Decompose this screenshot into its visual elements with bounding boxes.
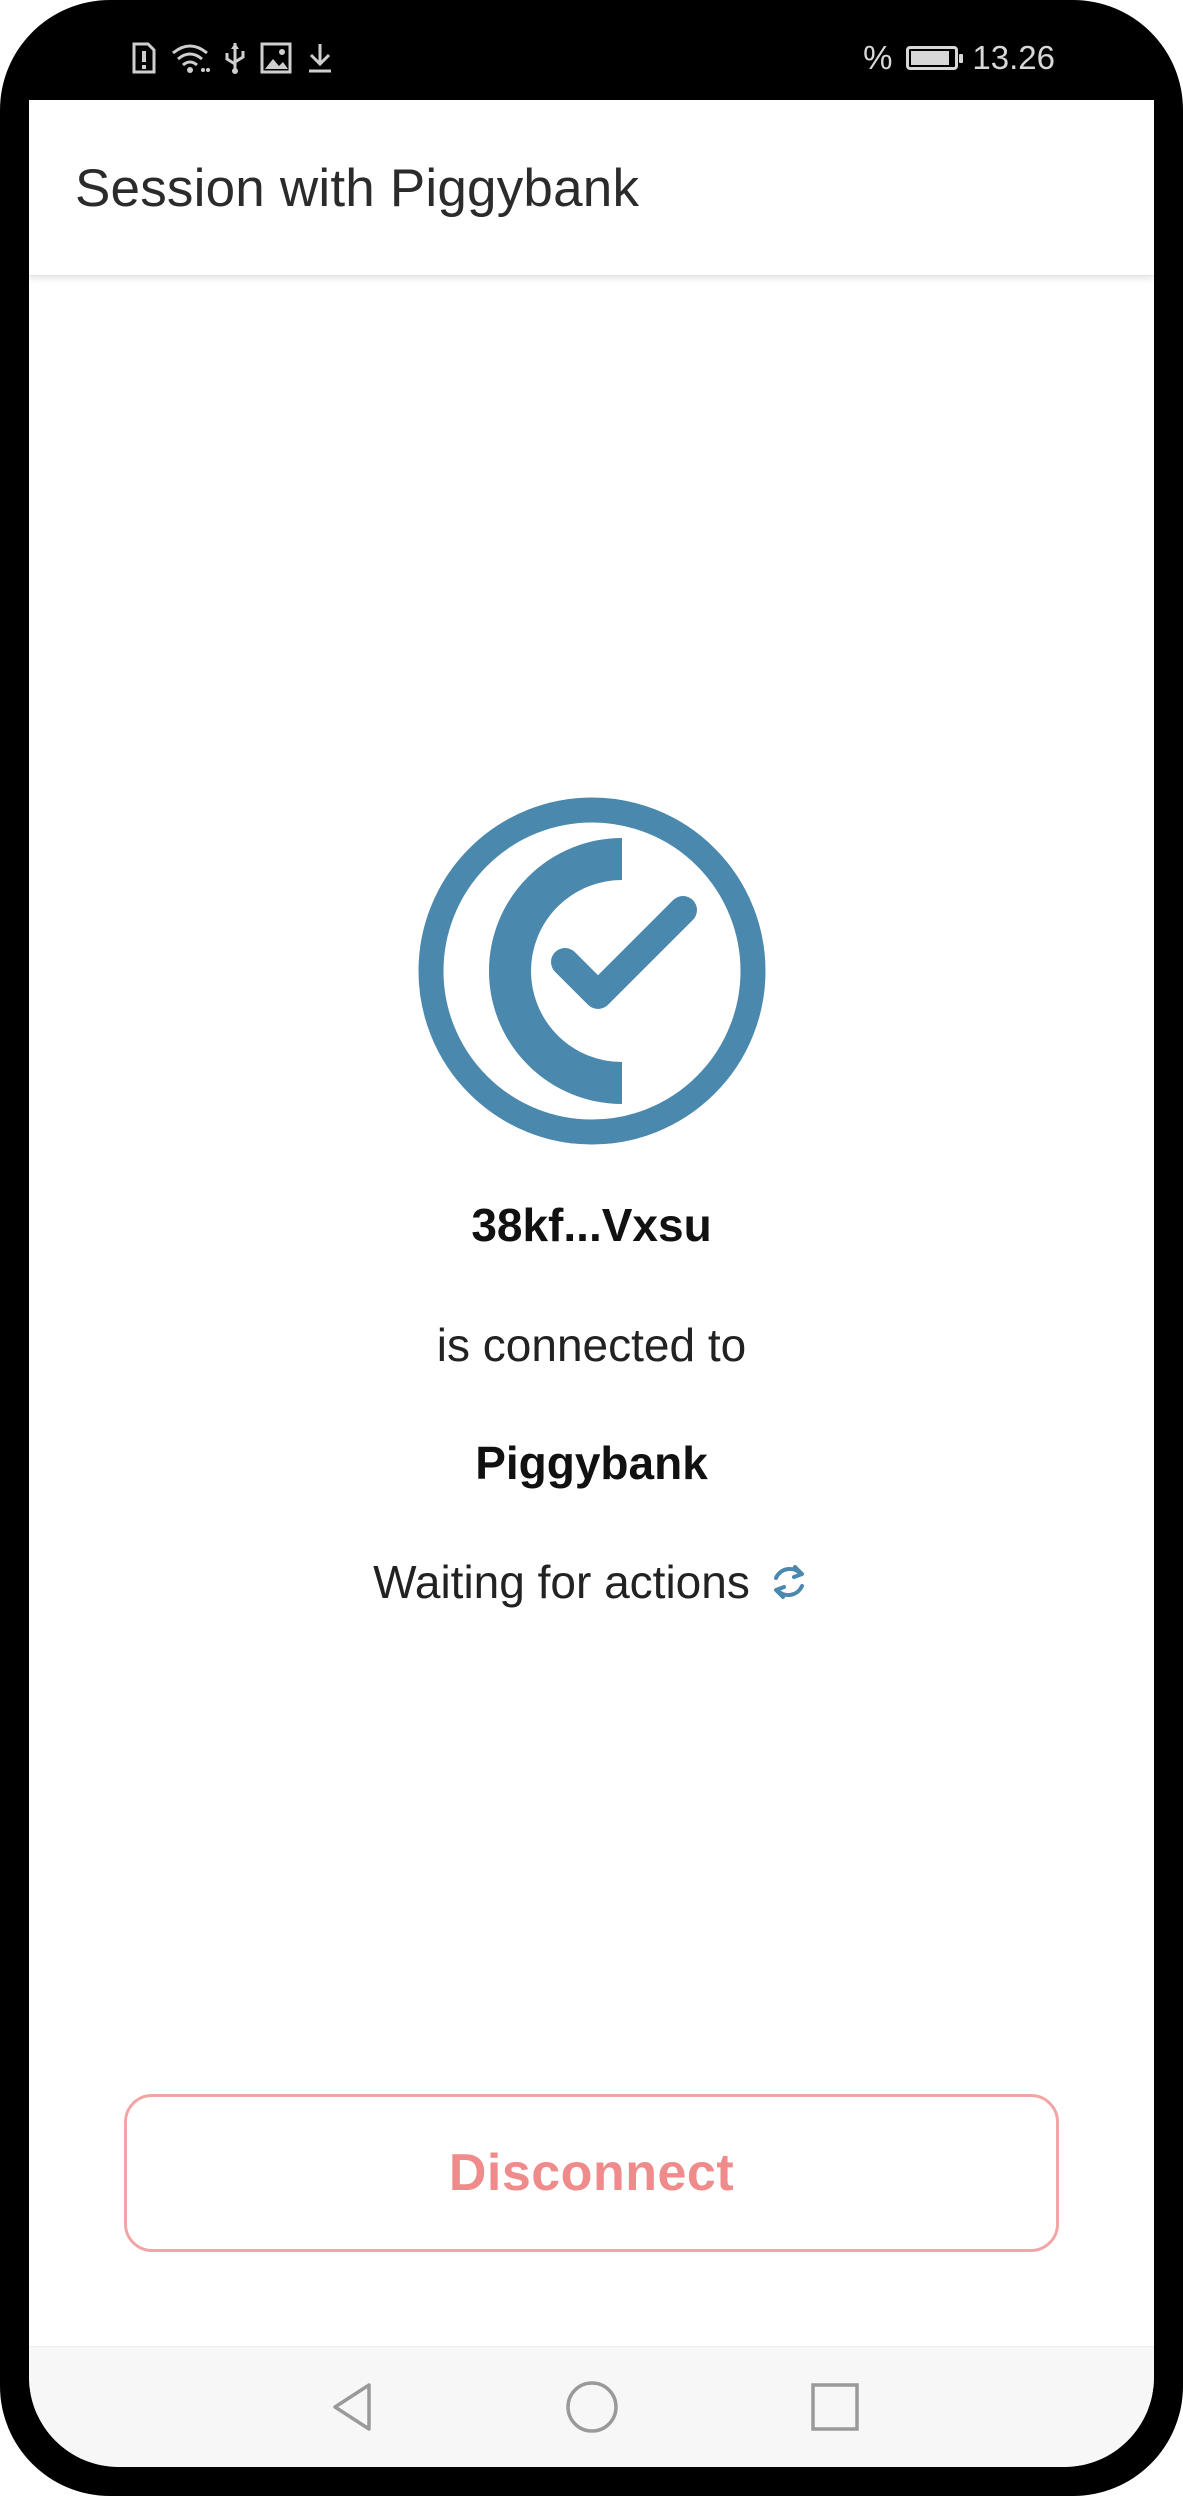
status-left-icons <box>132 30 334 86</box>
home-icon[interactable] <box>564 2379 620 2435</box>
battery-percent-sign: % <box>863 39 893 76</box>
wifi-icon <box>170 42 210 74</box>
recents-icon[interactable] <box>807 2379 863 2435</box>
disconnect-button[interactable]: Disconnect <box>124 2094 1059 2252</box>
navigation-bar <box>29 2346 1154 2467</box>
battery-icon <box>906 46 964 70</box>
status-right: % 13.26 <box>863 30 1055 86</box>
back-icon[interactable] <box>325 2379 381 2435</box>
waiting-text: Waiting for actions <box>373 1556 750 1608</box>
page-title: Session with Piggybank <box>75 159 640 218</box>
connected-text: is connected to <box>436 1319 747 1371</box>
usb-icon <box>224 41 246 75</box>
status-time: 13.26 <box>972 39 1055 76</box>
app-screen: Session with Piggybank 38kf...Vxsu is co… <box>29 100 1154 2467</box>
app-bar: Session with Piggybank <box>29 100 1154 276</box>
refresh-spinner-icon <box>768 1561 810 1603</box>
waiting-status: Waiting for actions <box>29 1555 1154 1609</box>
status-bar: % 13.26 <box>0 30 1183 86</box>
connected-logo-icon <box>417 796 767 1146</box>
dapp-name: Piggybank <box>475 1437 708 1489</box>
download-icon <box>306 42 334 74</box>
sim-alert-icon <box>132 42 156 74</box>
wallet-address: 38kf...Vxsu <box>471 1199 712 1251</box>
phone-frame: % 13.26 Session with Piggybank 38kf...Vx… <box>0 0 1183 2496</box>
image-icon <box>260 42 292 74</box>
